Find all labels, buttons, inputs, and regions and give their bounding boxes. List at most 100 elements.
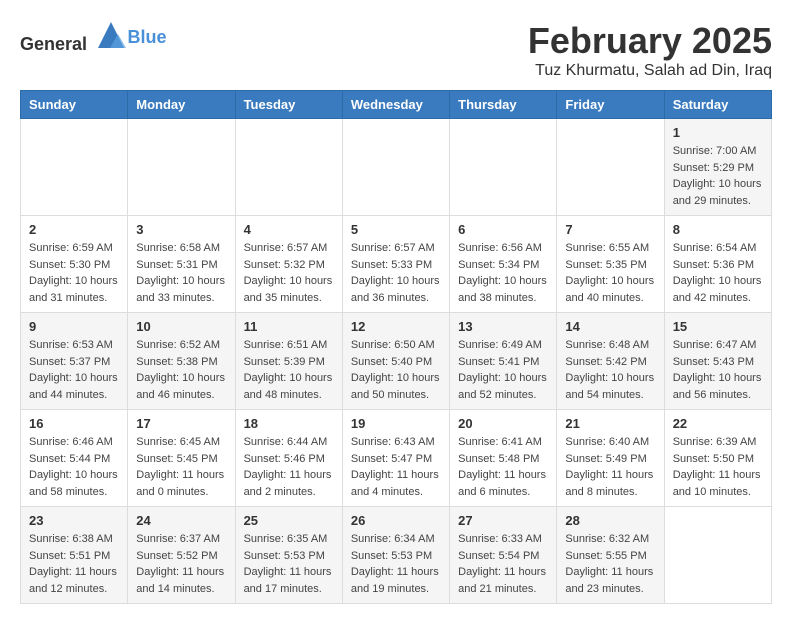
calendar-week-row: 23 Sunrise: 6:38 AM Sunset: 5:51 PM Dayli…: [21, 507, 772, 604]
day-info: Sunrise: 6:50 AM Sunset: 5:40 PM Dayligh…: [351, 337, 441, 403]
day-info: Sunrise: 6:55 AM Sunset: 5:35 PM Dayligh…: [565, 240, 655, 306]
calendar-cell: [21, 119, 128, 216]
day-number: 3: [136, 222, 226, 237]
calendar-cell: 7Sunrise: 6:55 AM Sunset: 5:35 PM Daylig…: [557, 216, 664, 313]
calendar-cell: 28 Sunrise: 6:32 AM Sunset: 5:55 PM Dayli…: [557, 507, 664, 604]
weekday-header-sunday: Sunday: [21, 91, 128, 119]
calendar-cell: 1 Sunrise: 7:00 AM Sunset: 5:29 PM Daylig…: [664, 119, 771, 216]
day-info: Sunrise: 6:57 AM Sunset: 5:33 PM Dayligh…: [351, 240, 441, 306]
day-info: Sunrise: 6:57 AM Sunset: 5:32 PM Dayligh…: [244, 240, 334, 306]
calendar-cell: [235, 119, 342, 216]
calendar-cell: 6 Sunrise: 6:56 AM Sunset: 5:34 PM Daylig…: [450, 216, 557, 313]
calendar-cell: 23 Sunrise: 6:38 AM Sunset: 5:51 PM Dayli…: [21, 507, 128, 604]
calendar-week-row: 9Sunrise: 6:53 AM Sunset: 5:37 PM Daylig…: [21, 313, 772, 410]
day-number: 4: [244, 222, 334, 237]
day-info: Sunrise: 7:00 AM Sunset: 5:29 PM Dayligh…: [673, 143, 763, 209]
calendar-cell: 19Sunrise: 6:43 AM Sunset: 5:47 PM Dayli…: [342, 410, 449, 507]
day-info: Sunrise: 6:34 AM Sunset: 5:53 PM Dayligh…: [351, 531, 441, 597]
calendar-cell: 27 Sunrise: 6:33 AM Sunset: 5:54 PM Dayli…: [450, 507, 557, 604]
calendar-cell: 5 Sunrise: 6:57 AM Sunset: 5:33 PM Daylig…: [342, 216, 449, 313]
day-info: Sunrise: 6:41 AM Sunset: 5:48 PM Dayligh…: [458, 434, 548, 500]
weekday-header-monday: Monday: [128, 91, 235, 119]
day-number: 11: [244, 319, 334, 334]
day-number: 28: [565, 513, 655, 528]
day-info: Sunrise: 6:44 AM Sunset: 5:46 PM Dayligh…: [244, 434, 334, 500]
day-info: Sunrise: 6:43 AM Sunset: 5:47 PM Dayligh…: [351, 434, 441, 500]
day-number: 13: [458, 319, 548, 334]
day-info: Sunrise: 6:37 AM Sunset: 5:52 PM Dayligh…: [136, 531, 226, 597]
calendar-cell: [342, 119, 449, 216]
day-info: Sunrise: 6:52 AM Sunset: 5:38 PM Dayligh…: [136, 337, 226, 403]
day-info: Sunrise: 6:51 AM Sunset: 5:39 PM Dayligh…: [244, 337, 334, 403]
day-info: Sunrise: 6:45 AM Sunset: 5:45 PM Dayligh…: [136, 434, 226, 500]
calendar-cell: 3 Sunrise: 6:58 AM Sunset: 5:31 PM Daylig…: [128, 216, 235, 313]
day-info: Sunrise: 6:56 AM Sunset: 5:34 PM Dayligh…: [458, 240, 548, 306]
day-info: Sunrise: 6:59 AM Sunset: 5:30 PM Dayligh…: [29, 240, 119, 306]
day-number: 25: [244, 513, 334, 528]
day-number: 21: [565, 416, 655, 431]
day-info: Sunrise: 6:48 AM Sunset: 5:42 PM Dayligh…: [565, 337, 655, 403]
day-number: 20: [458, 416, 548, 431]
weekday-header-friday: Friday: [557, 91, 664, 119]
day-number: 1: [673, 125, 763, 140]
calendar-cell: 18 Sunrise: 6:44 AM Sunset: 5:46 PM Dayli…: [235, 410, 342, 507]
calendar-cell: 16 Sunrise: 6:46 AM Sunset: 5:44 PM Dayli…: [21, 410, 128, 507]
day-number: 18: [244, 416, 334, 431]
logo: General Blue: [20, 20, 167, 55]
calendar-cell: 20 Sunrise: 6:41 AM Sunset: 5:48 PM Dayli…: [450, 410, 557, 507]
day-info: Sunrise: 6:38 AM Sunset: 5:51 PM Dayligh…: [29, 531, 119, 597]
day-info: Sunrise: 6:47 AM Sunset: 5:43 PM Dayligh…: [673, 337, 763, 403]
day-number: 26: [351, 513, 441, 528]
calendar-cell: 13 Sunrise: 6:49 AM Sunset: 5:41 PM Dayli…: [450, 313, 557, 410]
day-number: 5: [351, 222, 441, 237]
calendar-cell: 24 Sunrise: 6:37 AM Sunset: 5:52 PM Dayli…: [128, 507, 235, 604]
day-info: Sunrise: 6:46 AM Sunset: 5:44 PM Dayligh…: [29, 434, 119, 500]
day-number: 14: [565, 319, 655, 334]
day-info: Sunrise: 6:33 AM Sunset: 5:54 PM Dayligh…: [458, 531, 548, 597]
day-number: 10: [136, 319, 226, 334]
day-number: 27: [458, 513, 548, 528]
day-info: Sunrise: 6:35 AM Sunset: 5:53 PM Dayligh…: [244, 531, 334, 597]
location-subtitle: Tuz Khurmatu, Salah ad Din, Iraq: [528, 62, 772, 80]
day-info: Sunrise: 6:49 AM Sunset: 5:41 PM Dayligh…: [458, 337, 548, 403]
month-year-title: February 2025: [528, 20, 772, 62]
day-number: 23: [29, 513, 119, 528]
calendar-cell: 15 Sunrise: 6:47 AM Sunset: 5:43 PM Dayli…: [664, 313, 771, 410]
calendar-table: SundayMondayTuesdayWednesdayThursdayFrid…: [20, 90, 772, 604]
header: General Blue February 2025 Tuz Khurmatu,…: [20, 20, 772, 80]
weekday-header-tuesday: Tuesday: [235, 91, 342, 119]
day-number: 12: [351, 319, 441, 334]
weekday-header-thursday: Thursday: [450, 91, 557, 119]
weekday-header-row: SundayMondayTuesdayWednesdayThursdayFrid…: [21, 91, 772, 119]
day-number: 22: [673, 416, 763, 431]
calendar-week-row: 2 Sunrise: 6:59 AM Sunset: 5:30 PM Daylig…: [21, 216, 772, 313]
logo-general: General: [20, 34, 87, 54]
logo-icon: [96, 20, 126, 50]
calendar-cell: 21Sunrise: 6:40 AM Sunset: 5:49 PM Dayli…: [557, 410, 664, 507]
day-number: 17: [136, 416, 226, 431]
day-info: Sunrise: 6:39 AM Sunset: 5:50 PM Dayligh…: [673, 434, 763, 500]
calendar-cell: 10 Sunrise: 6:52 AM Sunset: 5:38 PM Dayli…: [128, 313, 235, 410]
day-info: Sunrise: 6:53 AM Sunset: 5:37 PM Dayligh…: [29, 337, 119, 403]
day-number: 16: [29, 416, 119, 431]
title-section: February 2025 Tuz Khurmatu, Salah ad Din…: [528, 20, 772, 80]
calendar-cell: 25 Sunrise: 6:35 AM Sunset: 5:53 PM Dayli…: [235, 507, 342, 604]
day-info: Sunrise: 6:58 AM Sunset: 5:31 PM Dayligh…: [136, 240, 226, 306]
day-info: Sunrise: 6:32 AM Sunset: 5:55 PM Dayligh…: [565, 531, 655, 597]
calendar-cell: 17 Sunrise: 6:45 AM Sunset: 5:45 PM Dayli…: [128, 410, 235, 507]
logo-blue: Blue: [128, 27, 167, 48]
calendar-cell: 2 Sunrise: 6:59 AM Sunset: 5:30 PM Daylig…: [21, 216, 128, 313]
calendar-week-row: 16 Sunrise: 6:46 AM Sunset: 5:44 PM Dayli…: [21, 410, 772, 507]
day-number: 2: [29, 222, 119, 237]
calendar-cell: 9Sunrise: 6:53 AM Sunset: 5:37 PM Daylig…: [21, 313, 128, 410]
calendar-cell: 11 Sunrise: 6:51 AM Sunset: 5:39 PM Dayli…: [235, 313, 342, 410]
calendar-cell: 22 Sunrise: 6:39 AM Sunset: 5:50 PM Dayli…: [664, 410, 771, 507]
calendar-cell: [450, 119, 557, 216]
weekday-header-wednesday: Wednesday: [342, 91, 449, 119]
day-number: 15: [673, 319, 763, 334]
calendar-cell: 14 Sunrise: 6:48 AM Sunset: 5:42 PM Dayli…: [557, 313, 664, 410]
day-number: 6: [458, 222, 548, 237]
calendar-week-row: 1 Sunrise: 7:00 AM Sunset: 5:29 PM Daylig…: [21, 119, 772, 216]
day-number: 24: [136, 513, 226, 528]
calendar-cell: [128, 119, 235, 216]
